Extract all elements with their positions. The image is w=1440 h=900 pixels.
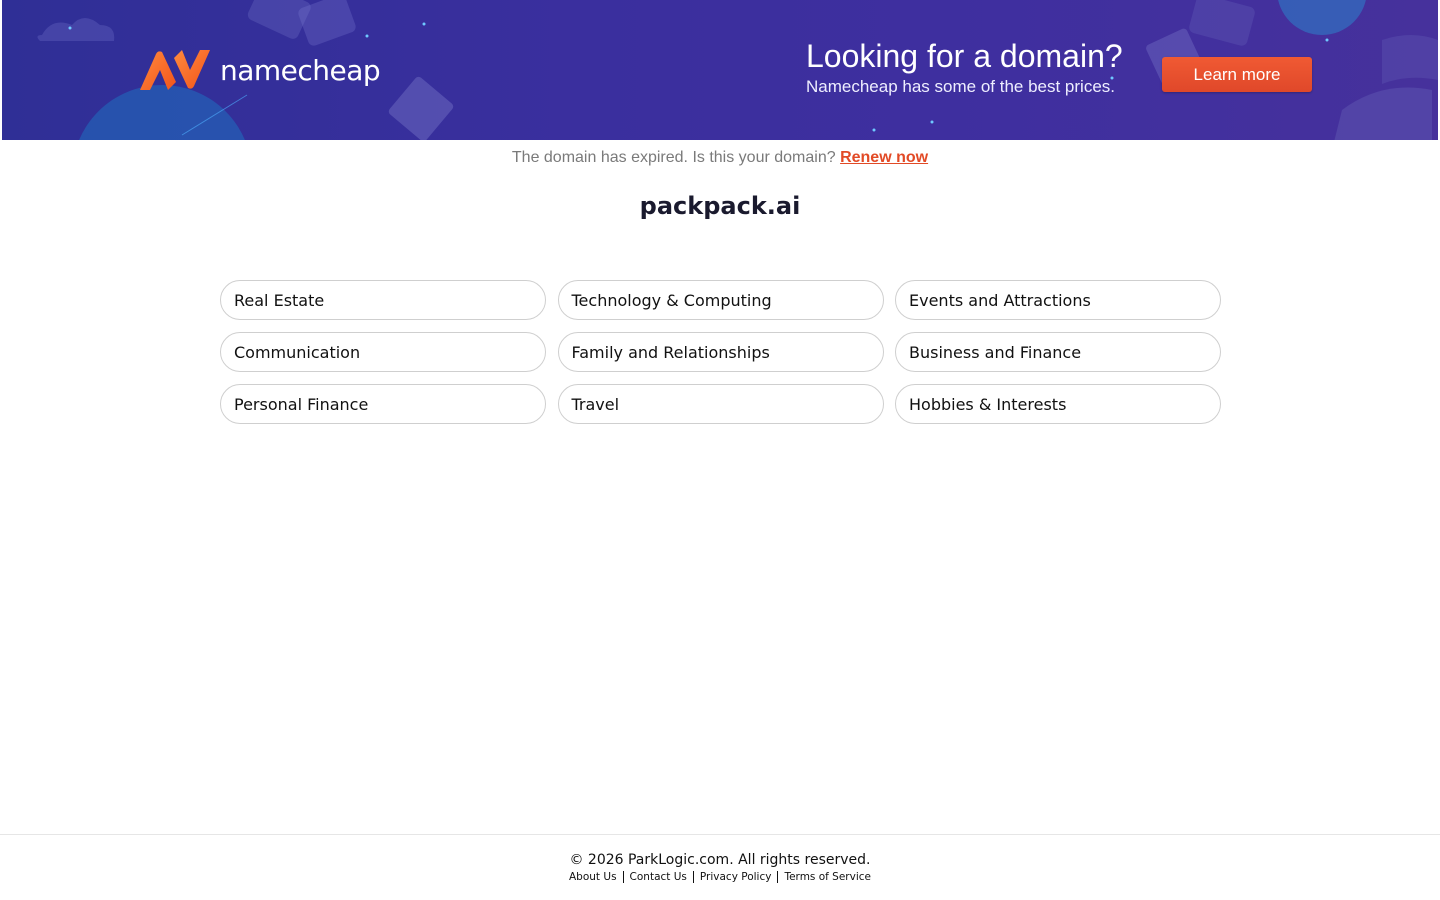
category-link-travel[interactable]: Travel [557, 384, 884, 424]
domain-name-heading: packpack.ai [639, 192, 801, 220]
category-link-technology-computing[interactable]: Technology & Computing [557, 280, 884, 320]
copyright-text: © 2026 ParkLogic.com. All rights reserve… [569, 852, 871, 868]
category-link-communication[interactable]: Communication [220, 332, 546, 372]
about-us-link[interactable]: About Us [563, 871, 623, 883]
footer-links: About Us Contact Us Privacy Policy Terms of… [0, 871, 1440, 883]
terms-of-service-link[interactable]: Terms of Service [778, 871, 877, 883]
banner-title: Looking for a domain? [806, 38, 1123, 74]
logo-wordmark: namecheap [220, 53, 381, 87]
promo-banner: namecheap Looking for a domain? Namechea… [2, 0, 1438, 140]
privacy-policy-link[interactable]: Privacy Policy [694, 871, 778, 883]
category-link-business-finance[interactable]: Business and Finance [895, 332, 1221, 372]
page-footer: © 2026 ParkLogic.com. All rights reserve… [0, 834, 1440, 900]
category-link-family-relationships[interactable]: Family and Relationships [557, 332, 884, 372]
namecheap-logo[interactable]: namecheap [138, 48, 381, 92]
namecheap-logo-icon [140, 50, 210, 90]
category-link-events-attractions[interactable]: Events and Attractions [895, 280, 1221, 320]
expired-notice: The domain has expired. Is this your dom… [0, 149, 1440, 167]
banner-copy: Looking for a domain? Namecheap has some… [806, 38, 1123, 98]
learn-more-button[interactable]: Learn more [1162, 57, 1312, 92]
expired-notice-text: The domain has expired. Is this your dom… [511, 149, 836, 166]
category-link-personal-finance[interactable]: Personal Finance [220, 384, 546, 424]
category-grid: Real Estate Technology & Computing Event… [220, 280, 1221, 424]
renew-now-link[interactable]: Renew now [840, 149, 928, 166]
category-link-hobbies-interests[interactable]: Hobbies & Interests [895, 384, 1221, 424]
contact-us-link[interactable]: Contact Us [624, 871, 693, 883]
banner-subtitle: Namecheap has some of the best prices. [806, 77, 1115, 96]
category-link-real-estate[interactable]: Real Estate [220, 280, 546, 320]
